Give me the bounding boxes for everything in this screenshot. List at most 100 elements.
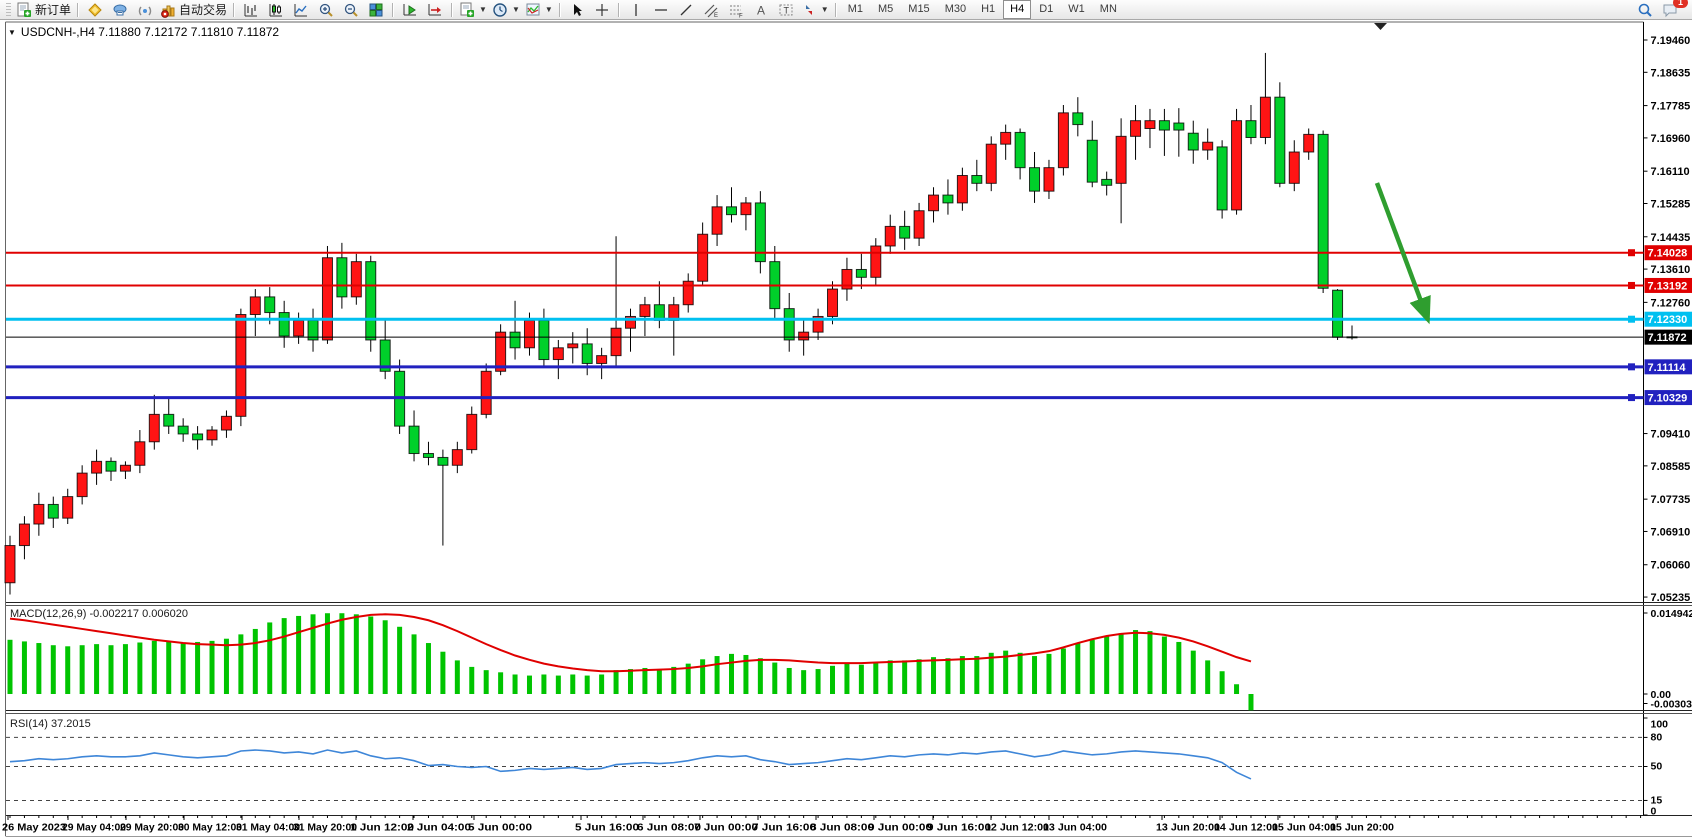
chart-collapse-icon[interactable]: ▼	[8, 28, 16, 37]
chevron-down-icon: ▼	[479, 5, 487, 14]
svg-text:7.06910: 7.06910	[1651, 526, 1691, 538]
trend-arrow-annotation[interactable]	[1377, 183, 1428, 320]
tab-timeframe-d1[interactable]: D1	[1032, 0, 1060, 19]
crosshair-icon	[594, 2, 610, 18]
arrows-tool-button[interactable]: ▼	[799, 1, 831, 19]
svg-text:14 Jun 12:00: 14 Jun 12:00	[1214, 823, 1278, 834]
notification-badge: 1	[1673, 0, 1688, 8]
toolbar-separator	[77, 3, 79, 17]
chart-shift-button[interactable]	[423, 1, 447, 19]
svg-text:9 Jun 00:00: 9 Jun 00:00	[868, 823, 933, 834]
signals-button[interactable]	[133, 1, 157, 19]
svg-text:50: 50	[1651, 761, 1663, 773]
toolbar-separator	[233, 3, 235, 17]
svg-text:7.12760: 7.12760	[1651, 297, 1691, 309]
vps-button[interactable]	[108, 1, 132, 19]
search-icon	[1637, 2, 1653, 18]
metaeditor-icon	[87, 2, 103, 18]
svg-text:7.14435: 7.14435	[1651, 232, 1691, 244]
tab-timeframe-m30[interactable]: M30	[938, 0, 973, 19]
svg-text:7.14028: 7.14028	[1648, 248, 1688, 260]
zoom-out-icon	[343, 2, 359, 18]
autotrading-label: 自动交易	[179, 1, 227, 18]
svg-text:7.12330: 7.12330	[1648, 314, 1688, 326]
text-label-tool-button[interactable]: T	[774, 1, 798, 19]
chart-shift-marker[interactable]	[1374, 23, 1387, 30]
autotrading-button[interactable]: 自动交易	[158, 1, 229, 19]
line-chart-icon	[293, 2, 309, 18]
zoom-in-icon	[318, 2, 334, 18]
horizontal-level-lines[interactable]	[6, 249, 1644, 401]
crosshair-tool-button[interactable]	[590, 1, 614, 19]
candlestick-chart-icon	[268, 2, 284, 18]
equidistant-channel-tool-button[interactable]: E	[699, 1, 723, 19]
channel-icon: E	[703, 2, 719, 18]
svg-text:A: A	[757, 3, 765, 17]
templates-button[interactable]: ▼	[457, 1, 489, 19]
svg-text:80: 80	[1651, 731, 1663, 743]
svg-text:7.16110: 7.16110	[1651, 166, 1690, 178]
chart-window[interactable]: 7.194607.186357.177857.169607.161107.152…	[0, 20, 1692, 838]
indicators-button[interactable]: ▼	[523, 1, 555, 19]
tile-windows-button[interactable]	[364, 1, 388, 19]
search-button[interactable]	[1633, 1, 1657, 19]
autotrading-icon	[160, 2, 176, 18]
svg-text:30 May 12:00: 30 May 12:00	[178, 823, 242, 834]
clock-icon	[492, 2, 508, 18]
svg-text:7.15285: 7.15285	[1651, 198, 1691, 210]
zoom-in-button[interactable]	[314, 1, 338, 19]
zoom-out-button[interactable]	[339, 1, 363, 19]
trendline-tool-button[interactable]	[674, 1, 698, 19]
tab-timeframe-m5[interactable]: M5	[871, 0, 900, 19]
tab-timeframe-mn[interactable]: MN	[1093, 0, 1124, 19]
chevron-down-icon: ▼	[545, 5, 553, 14]
toolbar-grip[interactable]	[6, 3, 11, 17]
fibonacci-icon: F	[728, 2, 744, 18]
svg-text:7.11114: 7.11114	[1648, 362, 1687, 374]
arrows-icon	[801, 2, 817, 18]
autoscroll-button[interactable]	[398, 1, 422, 19]
chart-title-bar: ▼ USDCNH-,H4 7.11880 7.12172 7.11810 7.1…	[8, 25, 279, 39]
svg-text:9 Jun 16:00: 9 Jun 16:00	[927, 823, 992, 834]
svg-text:7.06060: 7.06060	[1651, 560, 1691, 572]
svg-text:26 May 2023: 26 May 2023	[2, 823, 66, 834]
periods-button[interactable]: ▼	[490, 1, 522, 19]
cursor-tool-button[interactable]	[565, 1, 589, 19]
vertical-line-icon	[628, 2, 644, 18]
svg-text:8 Jun 08:00: 8 Jun 08:00	[810, 823, 875, 834]
tab-timeframe-m1[interactable]: M1	[841, 0, 870, 19]
svg-text:5 Jun 00:00: 5 Jun 00:00	[468, 823, 533, 834]
candles-layer	[5, 53, 1357, 595]
tab-timeframe-h1[interactable]: H1	[974, 0, 1002, 19]
rsi-indicator-label: RSI(14) 37.2015	[10, 718, 91, 730]
template-icon	[459, 2, 475, 18]
svg-text:13 Jun 20:00: 13 Jun 20:00	[1156, 823, 1220, 834]
fibonacci-tool-button[interactable]: F	[724, 1, 748, 19]
rsi-panel: 1008050150	[6, 718, 1668, 818]
svg-text:7.13192: 7.13192	[1648, 280, 1688, 292]
svg-text:F: F	[739, 13, 743, 18]
svg-text:29 May 04:00: 29 May 04:00	[62, 823, 126, 834]
svg-text:7.11872: 7.11872	[1648, 332, 1687, 344]
tab-timeframe-w1[interactable]: W1	[1061, 0, 1092, 19]
candlestick-chart-button[interactable]	[264, 1, 288, 19]
line-chart-button[interactable]	[289, 1, 313, 19]
metaeditor-button[interactable]	[83, 1, 107, 19]
text-tool-button[interactable]: A	[749, 1, 773, 19]
tab-timeframe-m15[interactable]: M15	[901, 0, 936, 19]
price-chart-canvas[interactable]: 7.194607.186357.177857.169607.161107.152…	[0, 20, 1692, 838]
horizontal-line-tool-button[interactable]	[649, 1, 673, 19]
tab-timeframe-h4[interactable]: H4	[1003, 0, 1031, 19]
bar-chart-icon	[243, 2, 259, 18]
svg-text:100: 100	[1651, 719, 1669, 731]
macd-panel: 0.0149420.00-0.003034	[8, 608, 1692, 711]
main-toolbar: 新订单 自动交易 ▼ ▼	[0, 0, 1692, 20]
svg-text:7.08585: 7.08585	[1651, 461, 1691, 473]
bar-chart-button[interactable]	[239, 1, 263, 19]
svg-text:T: T	[783, 5, 789, 15]
notifications-button[interactable]: 1	[1658, 1, 1682, 19]
svg-text:12 Jun 12:00: 12 Jun 12:00	[985, 823, 1049, 834]
svg-text:15 Jun 20:00: 15 Jun 20:00	[1330, 823, 1394, 834]
vertical-line-tool-button[interactable]	[624, 1, 648, 19]
new-order-button[interactable]: 新订单	[14, 1, 73, 19]
